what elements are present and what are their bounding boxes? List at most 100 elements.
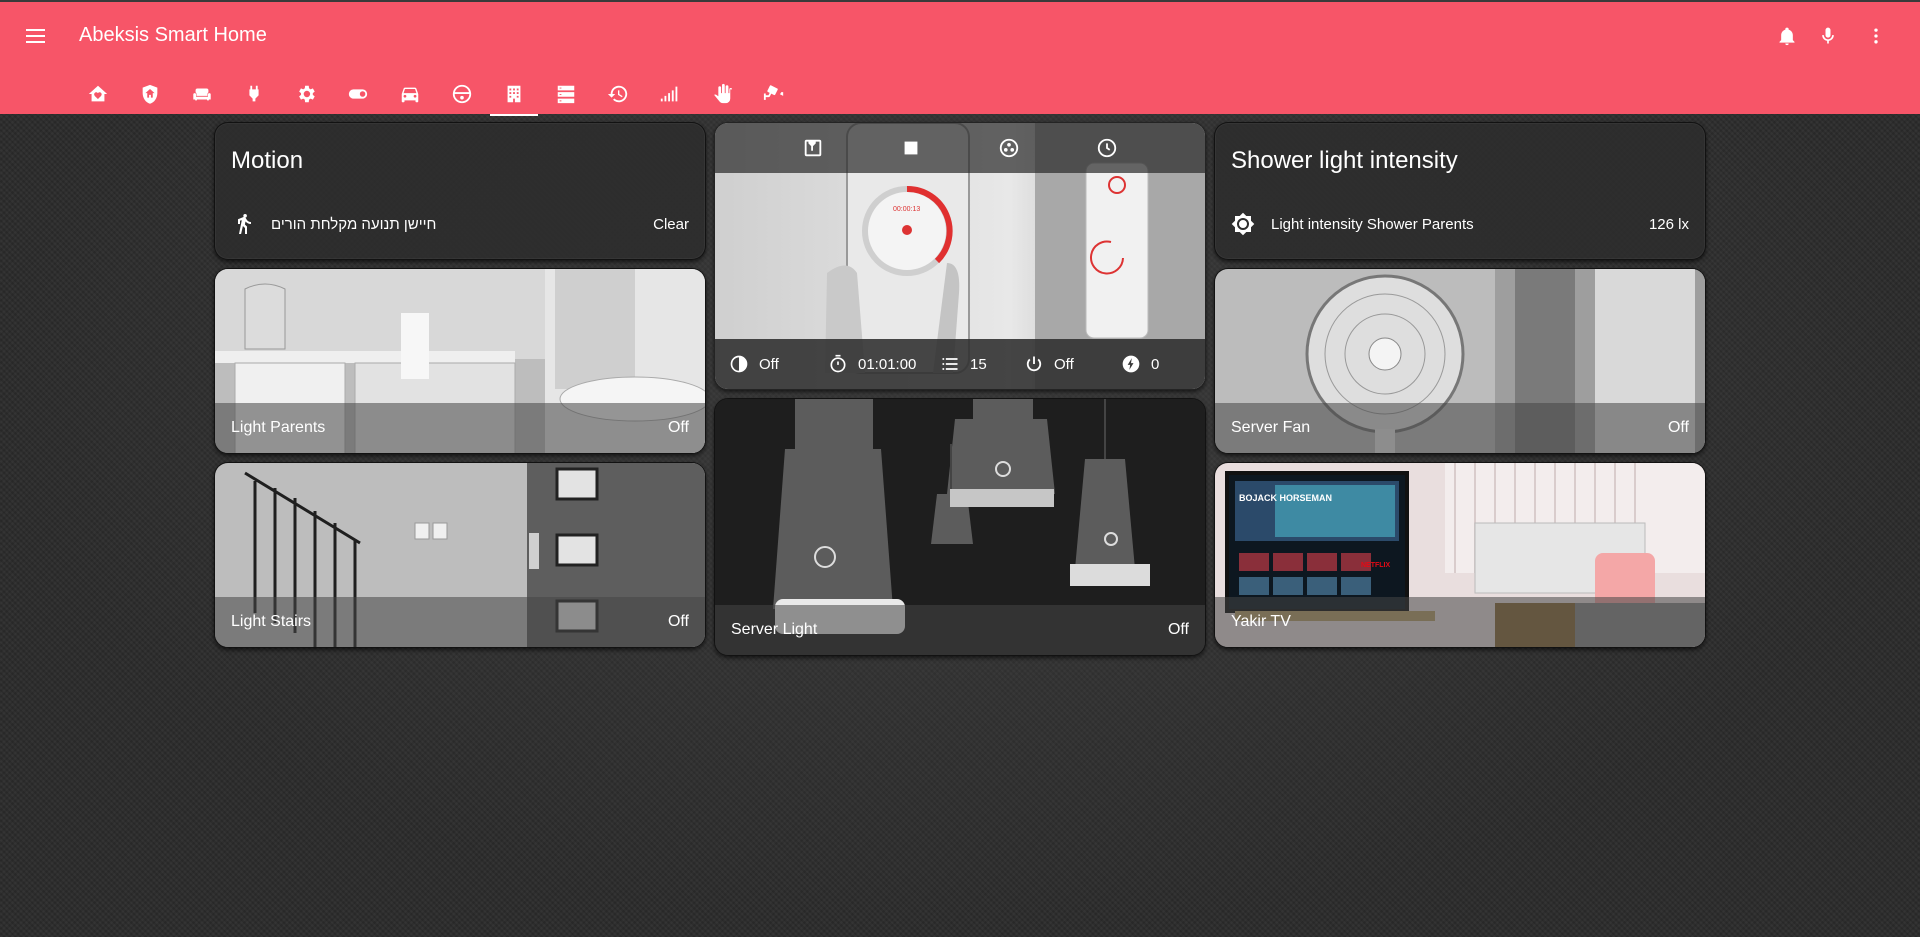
tab-gestures[interactable] (696, 72, 748, 116)
tab-car[interactable] (384, 72, 436, 116)
stop-icon (904, 141, 918, 155)
app-title: Abeksis Smart Home (79, 24, 267, 46)
entity-name: חיישן תנועה מקלחת הורים (271, 215, 437, 233)
menu-icon-bar (26, 41, 45, 43)
tab-server[interactable] (540, 72, 592, 116)
server-icon (557, 85, 575, 104)
vacuum-attr-value: Off (759, 355, 779, 373)
entity-state: Off (667, 613, 689, 630)
motion-card: Motion חיישן תנועה מקלחת הורים Clear (214, 122, 706, 260)
vacuum-controls (715, 123, 1205, 173)
notifications-button[interactable] (1773, 22, 1801, 50)
menu-icon (26, 29, 45, 31)
vacuum-phone-timer: 00:00:13 (893, 206, 920, 213)
card-footer: Server Fan Off (1215, 403, 1705, 453)
flash-icon (1122, 355, 1140, 373)
timer-icon (830, 354, 846, 373)
tab-home[interactable] (72, 72, 124, 116)
app-header: Abeksis Smart Home (0, 0, 1920, 116)
sofa-icon (193, 88, 211, 101)
clock-icon (1097, 138, 1117, 158)
vacuum-attributes: Off 01:01:00 15 Off 0 (715, 339, 1205, 389)
shield-home-icon (142, 84, 158, 104)
menu-button[interactable] (22, 22, 50, 50)
voice-button[interactable] (1814, 22, 1842, 50)
light-intensity-entity-row[interactable]: Light intensity Shower Parents 126 lx (1215, 204, 1705, 244)
entity-state: Off (1667, 419, 1689, 436)
tab-vacuum[interactable] (436, 72, 488, 116)
cctv-icon (763, 85, 784, 100)
view-tabs (72, 72, 800, 116)
menu-icon-bar (26, 35, 45, 37)
entity-state: Off (667, 419, 689, 436)
overflow-menu-button[interactable] (1862, 22, 1890, 50)
fan-icon (999, 138, 1019, 158)
vacuum-attr-status[interactable]: Off (729, 354, 779, 374)
tab-signal[interactable] (644, 72, 696, 116)
entity-name: Light Parents (231, 419, 326, 436)
entity-name: Yakir TV (1231, 613, 1291, 630)
tv-brand: NETFLIX (1361, 562, 1390, 569)
entity-name: Server Fan (1231, 419, 1311, 436)
history-icon (607, 85, 628, 103)
card-footer: Light Stairs Off (215, 597, 705, 647)
office-building-icon (507, 85, 521, 103)
vacuum-attr-power[interactable]: Off (1024, 354, 1074, 374)
motion-entity-row[interactable]: חיישן תנועה מקלחת הורים Clear (215, 204, 705, 244)
dots-vertical-icon (1874, 28, 1878, 44)
tab-history[interactable] (592, 72, 644, 116)
entity-state: 126 lx (1648, 215, 1689, 233)
home-heart-icon (88, 85, 108, 102)
entity-state: Off (1167, 621, 1189, 638)
entity-name: Server Light (731, 621, 818, 638)
tab-living-room[interactable] (176, 72, 228, 116)
light-parents-card[interactable]: Light Parents Off (214, 268, 706, 454)
power-plug-icon (249, 85, 259, 102)
tab-power[interactable] (228, 72, 280, 116)
brightness-icon (730, 355, 748, 373)
vacuum-card[interactable]: 00:00:13 Off 01:01:00 15 Off 0 (714, 122, 1206, 390)
hand-icon (714, 83, 733, 104)
microphone-icon (1822, 27, 1834, 44)
tab-switches[interactable] (332, 72, 384, 116)
card-footer: Yakir TV (1215, 597, 1705, 647)
vacuum-schedule-button[interactable] (1080, 123, 1134, 173)
tab-settings[interactable] (280, 72, 332, 116)
bell-icon (1779, 27, 1795, 46)
vacuum-attr-errors[interactable]: 0 (1121, 354, 1159, 374)
tab-security[interactable] (124, 72, 176, 116)
list-icon (942, 358, 958, 370)
vacuum-attr-value: 0 (1151, 355, 1160, 373)
server-light-card[interactable]: Server Light Off (714, 398, 1206, 656)
server-fan-card[interactable]: Server Fan Off (1214, 268, 1706, 454)
card-title: Motion (231, 147, 304, 174)
yakir-tv-card[interactable]: BOJACK HORSEMAN NETFLIX Yakir TV (1214, 462, 1706, 648)
shower-light-card: Shower light intensity Light intensity S… (1214, 122, 1706, 260)
vacuum-attr-value: 15 (970, 355, 987, 373)
entity-name: Light Stairs (231, 613, 312, 630)
toggle-switch-icon (348, 89, 368, 99)
car-icon (401, 87, 419, 103)
vacuum-fan-speed-button[interactable] (982, 123, 1036, 173)
card-footer: Server Light Off (715, 605, 1205, 655)
robot-vacuum-icon (452, 84, 472, 104)
entity-name: Light intensity Shower Parents (1271, 215, 1474, 233)
walk-icon (238, 214, 251, 234)
vacuum-stop-button[interactable] (884, 123, 938, 173)
vacuum-attr-value: Off (1054, 355, 1074, 373)
card-title: Shower light intensity (1231, 147, 1458, 174)
vacuum-attr-area[interactable]: 15 (940, 354, 987, 374)
vacuum-attr-value: 01:01:00 (858, 355, 917, 373)
entity-state: Clear (653, 215, 689, 233)
tv-show-title: BOJACK HORSEMAN (1239, 493, 1332, 503)
vacuum-attr-time[interactable]: 01:01:00 (828, 354, 916, 374)
tab-cameras[interactable] (748, 72, 800, 116)
brightness-sun-icon (1231, 212, 1255, 236)
vacuum-return-home-button[interactable] (786, 123, 840, 173)
light-stairs-card[interactable]: Light Stairs Off (214, 462, 706, 648)
power-icon (1026, 356, 1042, 372)
card-footer: Light Parents Off (215, 403, 705, 453)
tab-building[interactable] (488, 72, 540, 116)
signal-icon (660, 86, 678, 102)
gear-icon (299, 85, 315, 103)
